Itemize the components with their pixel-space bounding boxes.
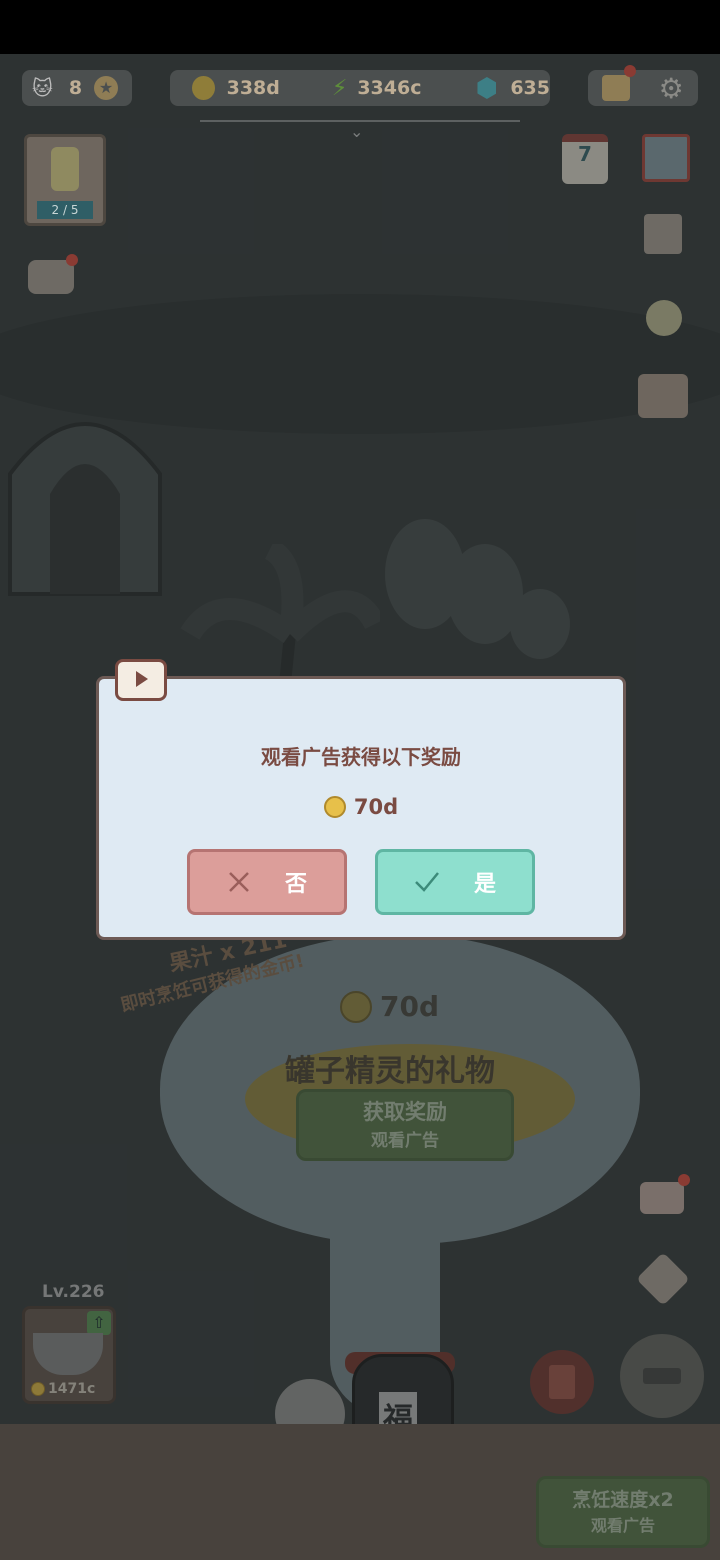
cat-icon: 🐱 xyxy=(32,76,53,100)
gem-count: 635 xyxy=(510,77,550,99)
video-ad-icon xyxy=(115,659,167,701)
calendar-icon[interactable]: 7 xyxy=(562,134,608,184)
ad-reward-dialog: 观看广告获得以下奖励 70d 否 是 xyxy=(96,659,626,940)
ticket-icon[interactable] xyxy=(602,65,637,101)
bottle-icon xyxy=(51,147,79,191)
hud-divider xyxy=(200,120,520,122)
task-list-icon[interactable] xyxy=(644,214,682,254)
expand-chevron-icon[interactable]: ⌄ xyxy=(350,122,363,141)
bottle-progress: 2 / 5 xyxy=(37,201,93,219)
dialog-title: 观看广告获得以下奖励 xyxy=(261,745,461,769)
cat-vehicle-icon[interactable] xyxy=(638,374,688,418)
notification-dot xyxy=(678,1174,690,1186)
medal-icon[interactable] xyxy=(646,300,682,336)
right-hud: ⚙ xyxy=(588,65,698,106)
coin-icon xyxy=(323,796,346,818)
currency-bar: 338d ⚡ 3346c 635 xyxy=(170,70,550,106)
no-button[interactable]: 否 xyxy=(187,849,347,915)
reward-amount: 70d xyxy=(353,795,399,819)
reward-display: 70d xyxy=(99,795,623,819)
camera-icon[interactable] xyxy=(640,1174,690,1214)
chat-cat-icon[interactable] xyxy=(28,254,78,294)
coin-count: 338d xyxy=(226,77,280,99)
status-bar xyxy=(0,0,720,54)
yes-button[interactable]: 是 xyxy=(375,849,535,915)
yes-button-label: 是 xyxy=(473,872,496,897)
energy-count: 3346c xyxy=(357,77,422,99)
close-icon xyxy=(229,872,249,892)
no-button-label: 否 xyxy=(284,872,307,897)
notification-dot xyxy=(66,254,78,266)
notification-dot xyxy=(624,65,637,77)
check-icon xyxy=(415,872,439,892)
coin-icon xyxy=(192,76,215,100)
settings-gear-icon[interactable]: ⚙ xyxy=(659,72,684,105)
game-screen: 果汁 x 211 即时烹饪可获得的金币! 70d 罐子精灵的礼物 获取奖励 观看… xyxy=(0,0,720,1560)
cat-counter[interactable]: 🐱 8 ★ xyxy=(22,70,132,106)
energy-icon: ⚡ xyxy=(331,75,348,101)
gem-icon xyxy=(477,77,497,99)
star-icon: ★ xyxy=(94,76,119,100)
bottle-widget[interactable]: 2 / 5 xyxy=(24,134,106,226)
gift-box-icon[interactable] xyxy=(642,134,690,182)
